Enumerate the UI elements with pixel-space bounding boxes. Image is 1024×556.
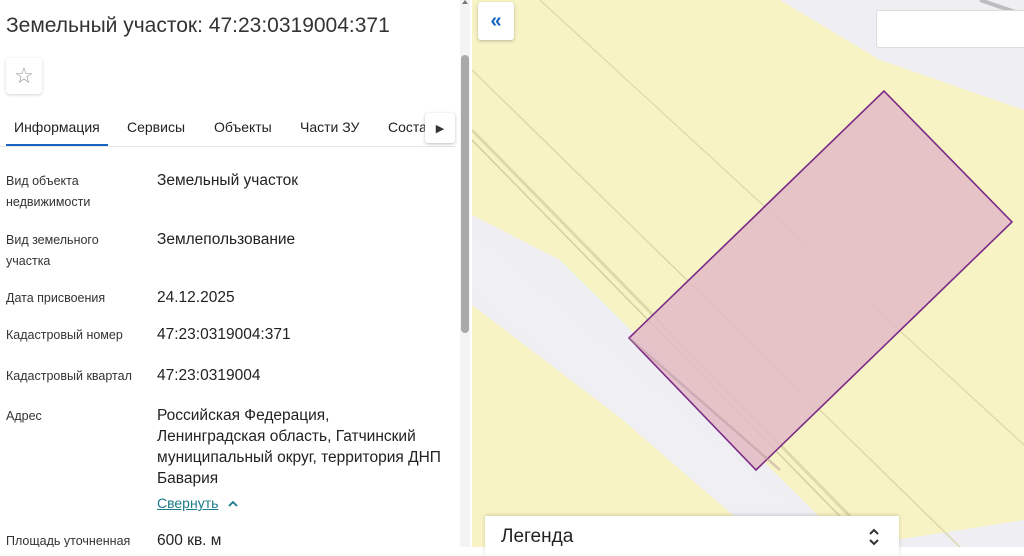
label-cadastral-number: Кадастровый номер bbox=[6, 328, 123, 342]
tab-parts[interactable]: Части ЗУ bbox=[300, 110, 359, 145]
map-view[interactable] bbox=[472, 0, 1024, 547]
legend-panel[interactable]: Легенда bbox=[485, 516, 899, 556]
favorite-button[interactable]: ☆ bbox=[6, 58, 42, 94]
value-address: Российская Федерация, Ленинградская обла… bbox=[157, 407, 441, 487]
value-cadastral-number: 47:23:0319004:371 bbox=[157, 326, 291, 343]
map-canvas[interactable] bbox=[472, 0, 1024, 547]
label-object-type: Вид объекта недвижимости bbox=[6, 174, 91, 209]
value-area: 600 кв. м bbox=[157, 532, 222, 547]
label-address: Адрес bbox=[6, 409, 42, 423]
label-cadastral-quarter: Кадастровый квартал bbox=[6, 369, 132, 383]
value-cadastral-quarter: 47:23:0319004 bbox=[157, 367, 261, 384]
map-search-input[interactable] bbox=[876, 10, 1024, 48]
chevron-right-icon: ▶ bbox=[435, 122, 445, 135]
scrollbar-thumb[interactable] bbox=[461, 55, 469, 333]
chevron-up-icon[interactable] bbox=[226, 497, 240, 511]
double-chevron-left-icon: « bbox=[490, 9, 502, 32]
value-date: 24.12.2025 bbox=[157, 289, 235, 306]
label-land-type: Вид земельного участка bbox=[6, 233, 99, 268]
tab-bar: Информация Сервисы Объекты Части ЗУ Сост… bbox=[0, 110, 456, 147]
star-outline-icon: ☆ bbox=[14, 63, 34, 88]
collapse-link[interactable]: Свернуть bbox=[157, 495, 218, 511]
label-area: Площадь уточненная bbox=[6, 534, 131, 547]
value-land-type: Землепользование bbox=[157, 231, 296, 248]
legend-label: Легенда bbox=[501, 526, 574, 547]
label-date: Дата присвоения bbox=[6, 291, 106, 305]
tab-composition[interactable]: Соста bbox=[388, 110, 427, 145]
expand-collapse-icon[interactable] bbox=[867, 526, 881, 548]
tabs-scroll-right-button[interactable]: ▶ bbox=[425, 113, 455, 143]
scroll-up-arrow-icon[interactable] bbox=[462, 0, 468, 4]
tab-information[interactable]: Информация bbox=[6, 110, 108, 146]
collapse-panel-button[interactable]: « bbox=[478, 2, 514, 40]
info-panel: Земельный участок: 47:23:0319004:371 ☆ И… bbox=[0, 0, 472, 547]
page-title: Земельный участок: 47:23:0319004:371 bbox=[6, 14, 390, 37]
tab-objects[interactable]: Объекты bbox=[214, 110, 272, 145]
tab-services[interactable]: Сервисы bbox=[127, 110, 185, 145]
value-object-type: Земельный участок bbox=[157, 172, 299, 189]
